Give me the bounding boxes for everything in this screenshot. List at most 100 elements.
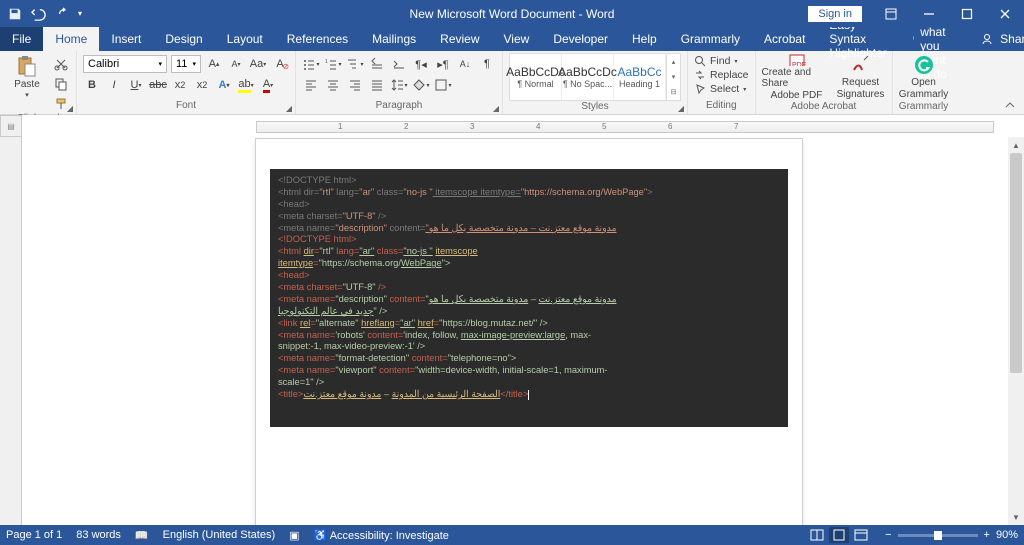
- tab-insert[interactable]: Insert: [99, 27, 153, 51]
- ribbon-display-options[interactable]: [872, 0, 910, 27]
- styles-gallery-more[interactable]: ▴▾⊟: [666, 54, 680, 100]
- zoom-level[interactable]: 90%: [996, 529, 1018, 541]
- zoom-slider[interactable]: [898, 534, 978, 537]
- code-block[interactable]: <!DOCTYPE html><html dir="rtl" lang="ar"…: [270, 169, 788, 427]
- read-mode-view[interactable]: [807, 527, 827, 543]
- sort-button[interactable]: A↓: [456, 55, 474, 73]
- style-heading1[interactable]: AaBbCcHeading 1: [614, 54, 666, 100]
- vertical-scrollbar[interactable]: ▲ ▼: [1008, 137, 1024, 525]
- find-button[interactable]: Find▾: [694, 55, 749, 67]
- vertical-ruler[interactable]: [0, 137, 22, 525]
- align-right[interactable]: [346, 76, 364, 94]
- decrease-font-size[interactable]: A▾: [227, 55, 245, 73]
- open-grammarly-button[interactable]: OpenGrammarly: [899, 53, 949, 101]
- minimize-button[interactable]: [910, 0, 948, 27]
- paste-button[interactable]: Paste ▾: [6, 53, 48, 101]
- clear-formatting[interactable]: A⊘: [271, 55, 289, 73]
- underline-button[interactable]: U▾: [127, 76, 145, 94]
- sign-in-button[interactable]: Sign in: [808, 6, 862, 22]
- numbering-button[interactable]: 1▾: [324, 55, 342, 73]
- save-button[interactable]: [8, 0, 22, 27]
- bold-button[interactable]: B: [83, 76, 101, 94]
- subscript-button[interactable]: x2: [171, 76, 189, 94]
- tab-developer[interactable]: Developer: [541, 27, 620, 51]
- tab-review[interactable]: Review: [428, 27, 491, 51]
- language-status[interactable]: English (United States): [163, 529, 276, 541]
- multilevel-list[interactable]: ▾: [346, 55, 364, 73]
- tab-references[interactable]: References: [275, 27, 360, 51]
- collapse-ribbon[interactable]: [996, 51, 1024, 114]
- zoom-control[interactable]: − + 90%: [885, 529, 1018, 541]
- scroll-down[interactable]: ▼: [1008, 509, 1024, 525]
- spell-check-icon[interactable]: 📖: [135, 529, 149, 542]
- scroll-up[interactable]: ▲: [1008, 137, 1024, 153]
- align-left[interactable]: [302, 76, 320, 94]
- borders-button[interactable]: ▾: [434, 76, 452, 94]
- clipboard-dialog-launcher[interactable]: ◢: [67, 104, 73, 113]
- font-dialog-launcher[interactable]: ◢: [286, 104, 292, 113]
- cut-button[interactable]: [52, 55, 70, 73]
- zoom-in[interactable]: +: [984, 529, 990, 541]
- tab-help[interactable]: Help: [620, 27, 669, 51]
- maximize-button[interactable]: [948, 0, 986, 27]
- styles-gallery[interactable]: AaBbCcDc¶ Normal AaBbCcDc¶ No Spac... Aa…: [509, 53, 681, 101]
- tab-grammarly[interactable]: Grammarly: [669, 27, 752, 51]
- create-share-pdf-button[interactable]: PDF Create and ShareAdobe PDF: [762, 53, 832, 101]
- decrease-indent[interactable]: [368, 55, 386, 73]
- zoom-out[interactable]: −: [885, 529, 891, 541]
- styles-dialog-launcher[interactable]: ◢: [678, 104, 684, 113]
- tab-design[interactable]: Design: [153, 27, 214, 51]
- bullets-button[interactable]: ▾: [302, 55, 320, 73]
- close-button[interactable]: [986, 0, 1024, 27]
- qat-customize[interactable]: ▾: [78, 0, 82, 27]
- strikethrough-button[interactable]: abc: [149, 76, 167, 94]
- tab-layout[interactable]: Layout: [215, 27, 275, 51]
- tab-view[interactable]: View: [492, 27, 542, 51]
- paragraph-dialog-launcher[interactable]: ◢: [493, 104, 499, 113]
- print-layout-view[interactable]: [829, 527, 849, 543]
- web-layout-view[interactable]: [851, 527, 871, 543]
- tell-me-search[interactable]: Tell me what you want to do: [899, 27, 968, 51]
- align-center[interactable]: [324, 76, 342, 94]
- highlight-color[interactable]: ab▾: [237, 76, 255, 94]
- select-button[interactable]: Select▾: [694, 83, 749, 95]
- tab-acrobat[interactable]: Acrobat: [752, 27, 817, 51]
- font-name-combo[interactable]: Calibri▾: [83, 55, 167, 73]
- italic-button[interactable]: I: [105, 76, 123, 94]
- tab-easy-syntax[interactable]: Easy Syntax Highlighter: [817, 27, 898, 51]
- tab-home[interactable]: Home: [43, 27, 99, 51]
- page[interactable]: <!DOCTYPE html><html dir="rtl" lang="ar"…: [256, 139, 802, 525]
- ruler-corner[interactable]: ▤: [0, 115, 22, 137]
- rtl-direction[interactable]: ▸¶: [434, 55, 452, 73]
- macro-icon[interactable]: ▣: [289, 529, 299, 542]
- change-case[interactable]: Aa▾: [249, 55, 267, 73]
- accessibility-status[interactable]: ♿ Accessibility: Investigate: [314, 529, 449, 542]
- document-area[interactable]: <!DOCTYPE html><html dir="rtl" lang="ar"…: [22, 137, 1008, 525]
- horizontal-ruler[interactable]: ▤ 1234567: [0, 115, 1024, 137]
- increase-font-size[interactable]: A▴: [205, 55, 223, 73]
- font-color[interactable]: A▾: [259, 76, 277, 94]
- scroll-thumb[interactable]: [1010, 153, 1022, 373]
- ltr-direction[interactable]: ¶◂: [412, 55, 430, 73]
- text-effects[interactable]: A▾: [215, 76, 233, 94]
- undo-button[interactable]: [30, 0, 48, 27]
- increase-indent[interactable]: [390, 55, 408, 73]
- line-spacing[interactable]: ▾: [390, 76, 408, 94]
- superscript-button[interactable]: x2: [193, 76, 211, 94]
- request-signatures-button[interactable]: RequestSignatures: [836, 53, 886, 101]
- copy-button[interactable]: [52, 75, 70, 93]
- page-count[interactable]: Page 1 of 1: [6, 529, 62, 541]
- replace-button[interactable]: Replace: [694, 69, 749, 81]
- tab-file[interactable]: File: [0, 27, 43, 51]
- share-button[interactable]: Share: [968, 27, 1024, 51]
- justify[interactable]: [368, 76, 386, 94]
- shading[interactable]: ▾: [412, 76, 430, 94]
- style-no-spacing[interactable]: AaBbCcDc¶ No Spac...: [562, 54, 614, 100]
- search-icon: [694, 55, 706, 67]
- font-size-combo[interactable]: 11▾: [171, 55, 201, 73]
- word-count[interactable]: 83 words: [76, 529, 121, 541]
- style-normal[interactable]: AaBbCcDc¶ Normal: [510, 54, 562, 100]
- show-paragraph-marks[interactable]: ¶: [478, 55, 496, 73]
- redo-button[interactable]: [56, 0, 70, 27]
- tab-mailings[interactable]: Mailings: [360, 27, 428, 51]
